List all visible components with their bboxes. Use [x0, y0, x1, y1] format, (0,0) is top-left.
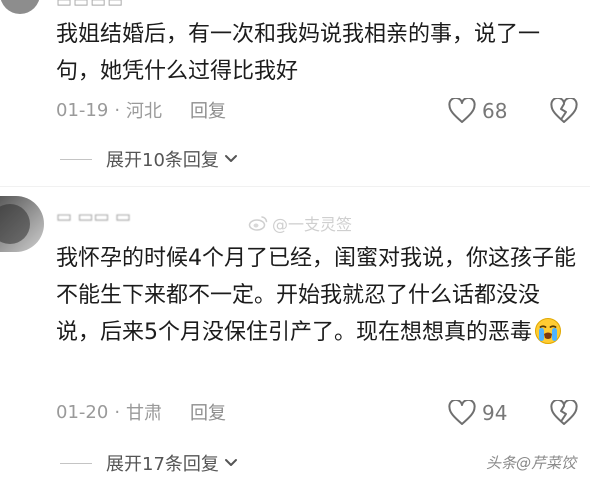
- comment-location: 河北: [126, 101, 163, 122]
- broken-heart-icon[interactable]: [550, 400, 578, 426]
- heart-outline-icon: [448, 400, 476, 425]
- username-blurred[interactable]: ▭ ▭▭ ▭: [56, 205, 131, 229]
- comment-meta: 01-19 · 河北 回复: [56, 96, 226, 124]
- comment-date: 01-20: [56, 401, 109, 423]
- expand-divider: [60, 158, 92, 160]
- expand-replies-label: 展开10条回复: [106, 150, 219, 171]
- avatar-image: [0, 204, 30, 244]
- username-cropped[interactable]: ▭▭▭▭: [56, 0, 124, 12]
- comment-date: 01-19: [56, 99, 109, 121]
- comment-meta: 01-20 · 甘肃 回复: [56, 398, 226, 426]
- meta-separator: ·: [114, 99, 121, 121]
- watermark-bottom: 头条@芹菜饺: [486, 454, 577, 472]
- reply-button[interactable]: 回复: [190, 97, 226, 123]
- like-button[interactable]: 94: [448, 398, 507, 428]
- expand-divider: [60, 462, 92, 464]
- avatar[interactable]: [0, 0, 40, 14]
- meta-separator: ·: [114, 401, 121, 423]
- comment-text-body: 我怀孕的时候4个月了已经，闺蜜对我说，你这孩子能不能生下来都不一定。开始我就忍了…: [56, 246, 576, 345]
- watermark-top: @一支灵签: [248, 212, 352, 234]
- chevron-down-icon: [224, 459, 237, 466]
- loudly-crying-face-icon: [535, 318, 561, 344]
- comment-text: 我姐结婚后，有一次和我妈说我相亲的事，说了一句，她凭什么过得比我好: [56, 22, 541, 84]
- broken-heart-icon[interactable]: [550, 98, 578, 124]
- like-count: 94: [482, 401, 508, 425]
- like-button[interactable]: 68: [448, 96, 507, 126]
- weibo-logo-icon: [248, 216, 268, 231]
- expand-replies-button[interactable]: 展开17条回复: [60, 448, 239, 478]
- comment-divider: [0, 186, 590, 187]
- expand-replies-button[interactable]: 展开10条回复: [60, 144, 239, 174]
- comment-text: 我怀孕的时候4个月了已经，闺蜜对我说，你这孩子能不能生下来都不一定。开始我就忍了…: [56, 240, 576, 351]
- comment-location: 甘肃: [126, 403, 163, 424]
- heart-outline-icon: [448, 98, 476, 123]
- like-count: 68: [482, 99, 508, 123]
- expand-replies-label: 展开17条回复: [106, 454, 219, 475]
- chevron-down-icon: [224, 155, 237, 162]
- avatar[interactable]: [0, 196, 44, 252]
- reply-button[interactable]: 回复: [190, 399, 226, 425]
- watermark-top-text: @一支灵签: [272, 215, 353, 234]
